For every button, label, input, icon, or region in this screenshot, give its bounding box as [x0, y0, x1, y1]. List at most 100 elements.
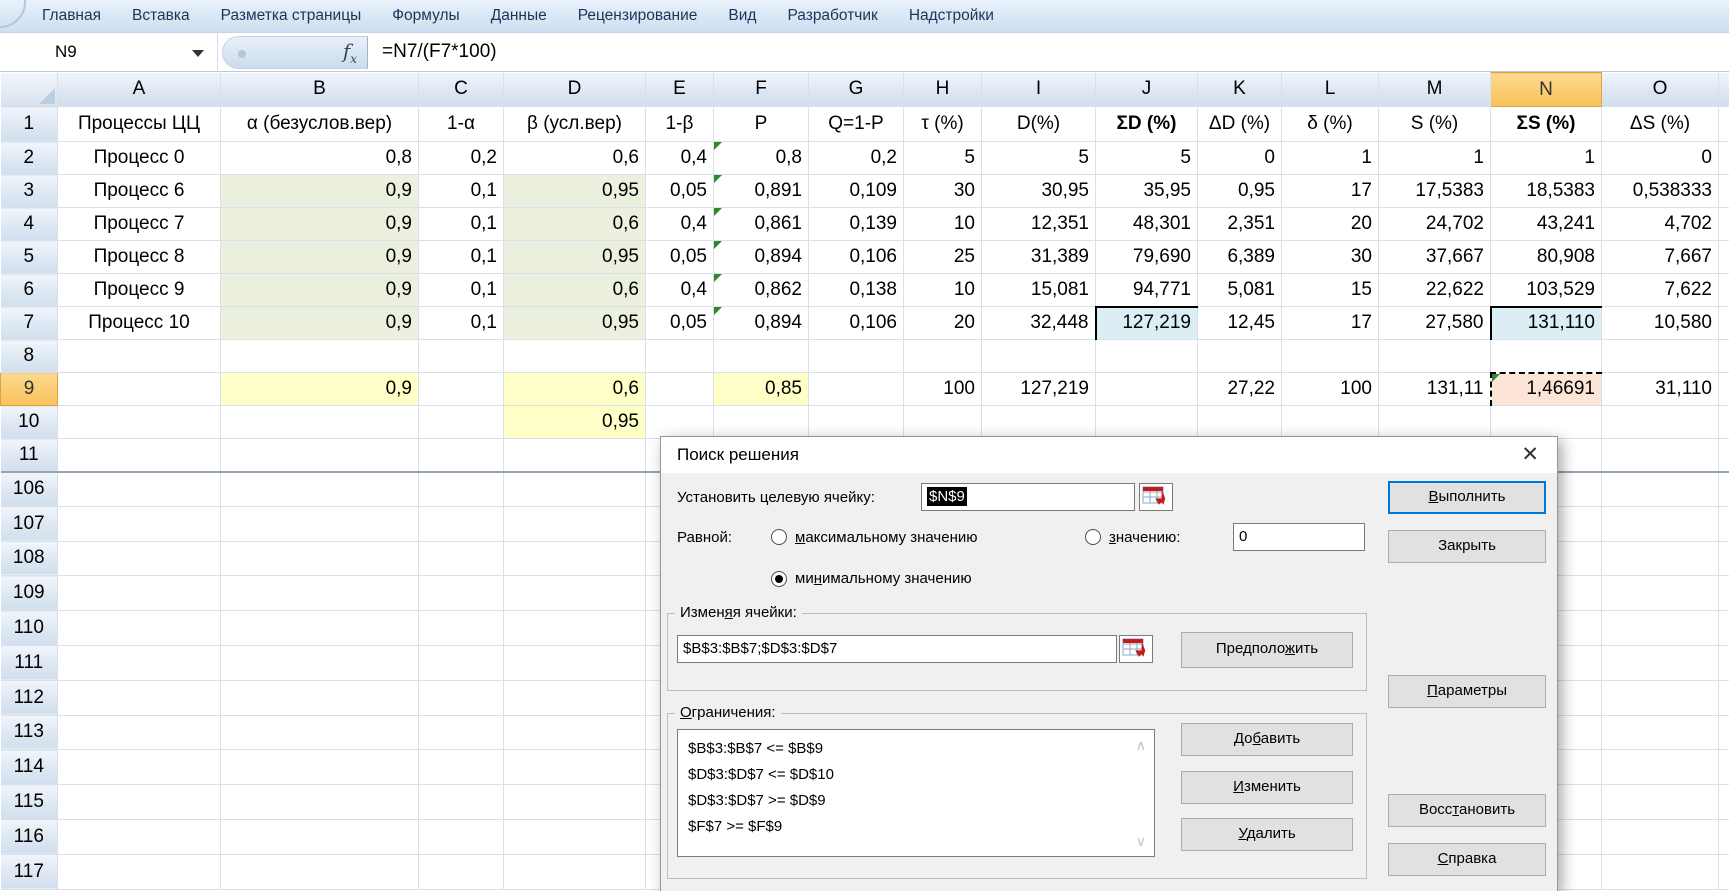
cell-D10[interactable]: 0,95	[504, 406, 646, 439]
row-header-107[interactable]: 107	[1, 506, 58, 541]
cell-J6[interactable]: 94,771	[1096, 274, 1198, 307]
cell-M8[interactable]	[1379, 340, 1491, 373]
row-header-111[interactable]: 111	[1, 645, 58, 680]
cell-J8[interactable]	[1096, 340, 1198, 373]
column-header-D[interactable]: D	[504, 73, 646, 107]
cell-C108[interactable]	[419, 541, 504, 576]
cell-B113[interactable]	[221, 715, 419, 750]
cell-K3[interactable]: 0,95	[1198, 175, 1282, 208]
constraint-item[interactable]: $B$3:$B$7 <= $B$9	[688, 736, 1144, 762]
cell-O110[interactable]	[1602, 611, 1719, 646]
cell-A106[interactable]	[58, 472, 221, 507]
cell-A108[interactable]	[58, 541, 221, 576]
cell-K7[interactable]: 12,45	[1198, 307, 1282, 340]
cell-F1[interactable]: P	[714, 107, 809, 142]
cell-B106[interactable]	[221, 472, 419, 507]
cell-M1[interactable]: S (%)	[1379, 107, 1491, 142]
cell-I5[interactable]: 31,389	[982, 241, 1096, 274]
row-header-112[interactable]: 112	[1, 680, 58, 715]
cell-C2[interactable]: 0,2	[419, 142, 504, 175]
cell-C115[interactable]	[419, 785, 504, 820]
row-header-8[interactable]: 8	[1, 340, 58, 373]
radio-equal-label[interactable]: значению:	[1109, 529, 1180, 546]
cell-N4[interactable]: 43,241	[1491, 208, 1602, 241]
row-header-4[interactable]: 4	[1, 208, 58, 241]
cell-O11[interactable]	[1602, 439, 1719, 472]
cell-H10[interactable]	[904, 406, 982, 439]
name-box[interactable]: N9	[0, 33, 218, 71]
cell-A109[interactable]	[58, 576, 221, 611]
cell-I4[interactable]: 12,351	[982, 208, 1096, 241]
cell-A4[interactable]: Процесс 7	[58, 208, 221, 241]
cell-F9[interactable]: 0,85	[714, 373, 809, 406]
cell-G7[interactable]: 0,106	[809, 307, 904, 340]
cell-D115[interactable]	[504, 785, 646, 820]
cell-N10[interactable]	[1491, 406, 1602, 439]
range-selector-icon-2[interactable]	[1119, 635, 1153, 663]
cell-B3[interactable]: 0,9	[221, 175, 419, 208]
cell-D112[interactable]	[504, 680, 646, 715]
row-header-108[interactable]: 108	[1, 541, 58, 576]
cell-A116[interactable]	[58, 819, 221, 854]
radio-min-label[interactable]: минимальному значению	[795, 570, 972, 587]
cell-C5[interactable]: 0,1	[419, 241, 504, 274]
cell-H4[interactable]: 10	[904, 208, 982, 241]
cell-J10[interactable]	[1096, 406, 1198, 439]
cell-D106[interactable]	[504, 472, 646, 507]
cell-B6[interactable]: 0,9	[221, 274, 419, 307]
cell-F4[interactable]: 0,861	[714, 208, 809, 241]
cell-L10[interactable]	[1282, 406, 1379, 439]
cell-O4[interactable]: 4,702	[1602, 208, 1719, 241]
cell-A6[interactable]: Процесс 9	[58, 274, 221, 307]
cell-O8[interactable]	[1602, 340, 1719, 373]
column-header-J[interactable]: J	[1096, 73, 1198, 107]
cell-F7[interactable]: 0,894	[714, 307, 809, 340]
cell-O7[interactable]: 10,580	[1602, 307, 1719, 340]
cell-D3[interactable]: 0,95	[504, 175, 646, 208]
cell-H5[interactable]: 25	[904, 241, 982, 274]
cell-A8[interactable]	[58, 340, 221, 373]
cell-B114[interactable]	[221, 750, 419, 785]
cell-A3[interactable]: Процесс 6	[58, 175, 221, 208]
cell-N2[interactable]: 1	[1491, 142, 1602, 175]
column-header-C[interactable]: C	[419, 73, 504, 107]
cell-G1[interactable]: Q=1-P	[809, 107, 904, 142]
cell-E1[interactable]: 1-β	[646, 107, 714, 142]
constraint-item[interactable]: $F$7 >= $F$9	[688, 814, 1144, 840]
row-header-7[interactable]: 7	[1, 307, 58, 340]
cell-B108[interactable]	[221, 541, 419, 576]
cell-N6[interactable]: 103,529	[1491, 274, 1602, 307]
cell-L4[interactable]: 20	[1282, 208, 1379, 241]
run-button[interactable]: Выполнить	[1388, 481, 1546, 514]
help-button[interactable]: Справка	[1388, 843, 1546, 876]
insert-function-icon[interactable]: fx	[343, 39, 357, 66]
cell-F6[interactable]: 0,862	[714, 274, 809, 307]
cell-G9[interactable]	[809, 373, 904, 406]
cell-C116[interactable]	[419, 819, 504, 854]
cell-O111[interactable]	[1602, 645, 1719, 680]
cell-K8[interactable]	[1198, 340, 1282, 373]
row-header-116[interactable]: 116	[1, 819, 58, 854]
cell-C111[interactable]	[419, 645, 504, 680]
cell-E5[interactable]: 0,05	[646, 241, 714, 274]
cell-G10[interactable]	[809, 406, 904, 439]
cell-B10[interactable]	[221, 406, 419, 439]
column-header-I[interactable]: I	[982, 73, 1096, 107]
cell-C1[interactable]: 1-α	[419, 107, 504, 142]
cell-C113[interactable]	[419, 715, 504, 750]
cell-D8[interactable]	[504, 340, 646, 373]
cell-C117[interactable]	[419, 854, 504, 889]
cell-C3[interactable]: 0,1	[419, 175, 504, 208]
cell-J2[interactable]: 5	[1096, 142, 1198, 175]
cell-N5[interactable]: 80,908	[1491, 241, 1602, 274]
cell-N8[interactable]	[1491, 340, 1602, 373]
cell-B116[interactable]	[221, 819, 419, 854]
cell-O116[interactable]	[1602, 819, 1719, 854]
cell-G8[interactable]	[809, 340, 904, 373]
cell-L7[interactable]: 17	[1282, 307, 1379, 340]
cell-B2[interactable]: 0,8	[221, 142, 419, 175]
options-button[interactable]: Параметры	[1388, 675, 1546, 708]
cell-E7[interactable]: 0,05	[646, 307, 714, 340]
cell-C8[interactable]	[419, 340, 504, 373]
cell-E8[interactable]	[646, 340, 714, 373]
